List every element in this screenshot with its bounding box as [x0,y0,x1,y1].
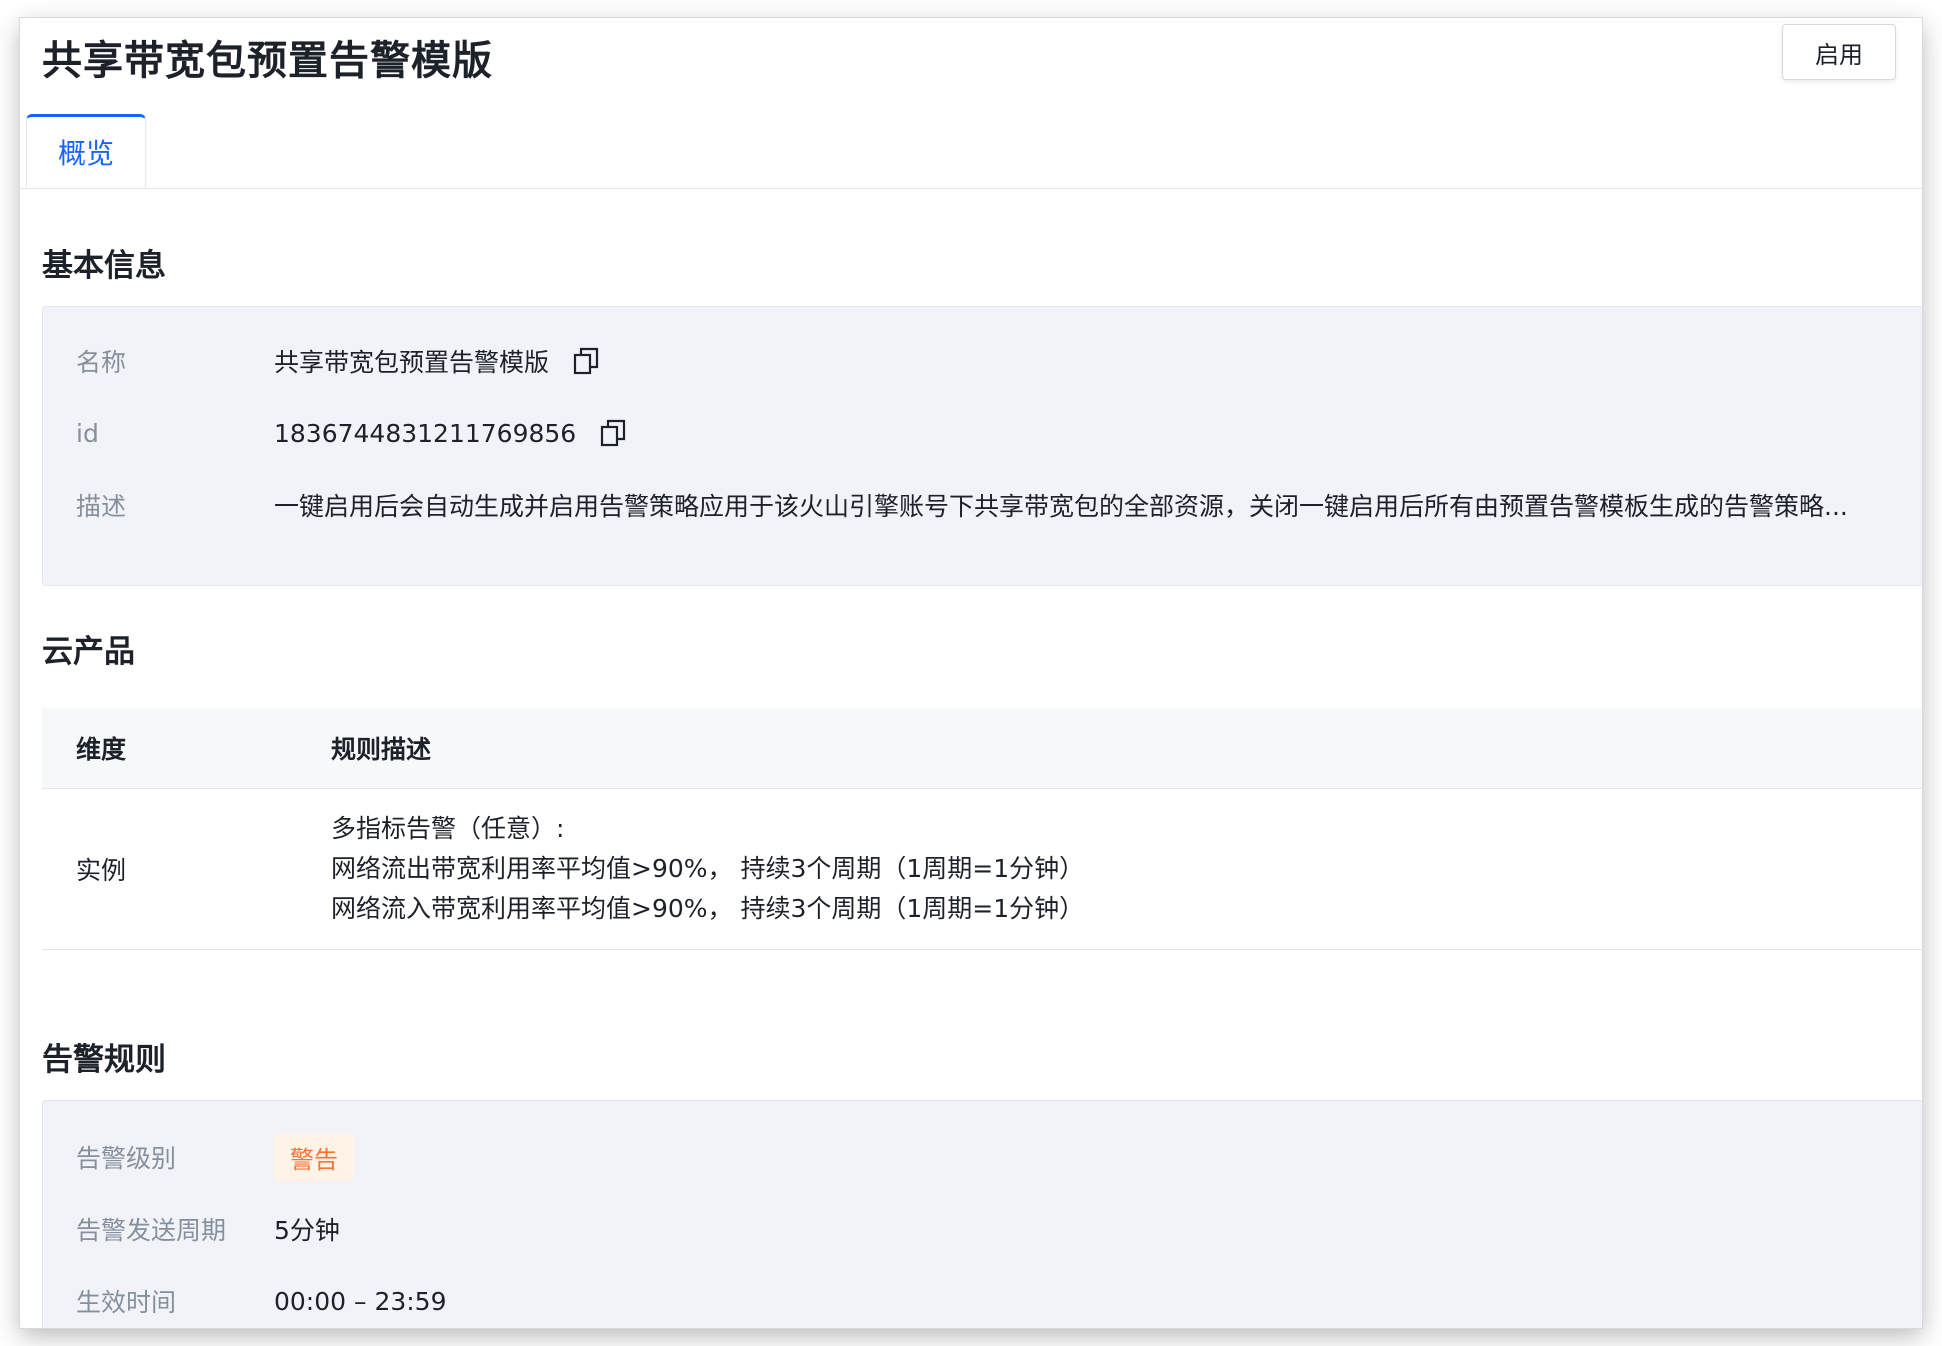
dimension-cell: 实例 [76,856,127,885]
tab-overview[interactable]: 概览 [26,114,146,188]
rule-line: 网络流出带宽利用率平均值>90%， 持续3个周期（1周期=1分钟） [331,854,1085,883]
table-row: 实例 多指标告警（任意）: 网络流出带宽利用率平均值>90%， 持续3个周期（1… [42,789,1922,950]
cloud-product-title: 云产品 [42,634,135,670]
name-value-wrap: 共享带宽包预置告警模版 [274,343,1914,379]
basic-info-panel: 名称 共享带宽包预置告警模版 id 1836744831211769856 描述… [42,306,1922,586]
effective-time-label: 生效时间 [76,1288,177,1317]
main-window: 共享带宽包预置告警模版 启用 概览 基本信息 名称 共享带宽包预置告警模版 id… [20,18,1922,1328]
info-row-alert-level: 告警级别 警告 [43,1133,1922,1181]
description-label: 描述 [76,492,127,521]
description-text: 一键启用后会自动生成并启用告警策略应用于该火山引擎账号下共享带宽包的全部资源，关… [274,492,1848,521]
info-row-send-period: 告警发送周期 5分钟 [43,1209,1922,1249]
name-value: 共享带宽包预置告警模版 [274,348,550,377]
effective-time-value: 00:00 – 23:59 [274,1286,447,1316]
id-value: 1836744831211769856 [274,418,577,448]
rule-line: 网络流入带宽利用率平均值>90%， 持续3个周期（1周期=1分钟） [331,894,1085,923]
send-period-value: 5分钟 [274,1216,340,1245]
page-header: 共享带宽包预置告警模版 启用 [20,18,1922,104]
basic-info-title: 基本信息 [42,248,166,284]
info-row-id: id 1836744831211769856 [43,413,1922,453]
info-row-effective-time: 生效时间 00:00 – 23:59 [43,1281,1922,1321]
cloud-product-table: 维度 规则描述 实例 多指标告警（任意）: 网络流出带宽利用率平均值>90%， … [42,708,1922,950]
alert-rules-title: 告警规则 [42,1042,166,1078]
rule-description-cell: 多指标告警（任意）: 网络流出带宽利用率平均值>90%， 持续3个周期（1周期=… [331,809,1084,929]
enable-button[interactable]: 启用 [1782,24,1896,80]
copy-icon[interactable] [600,419,626,447]
id-value-wrap: 1836744831211769856 [274,419,1914,448]
table-header: 维度 规则描述 [42,708,1922,789]
send-period-label: 告警发送周期 [76,1216,227,1245]
info-row-name: 名称 共享带宽包预置告警模版 [43,341,1922,381]
alert-rules-panel: 告警级别 警告 告警发送周期 5分钟 生效时间 00:00 – 23:59 [42,1100,1922,1328]
page-title: 共享带宽包预置告警模版 [42,38,493,84]
name-label: 名称 [76,348,127,377]
column-header-rule-description: 规则描述 [331,735,432,764]
info-row-description: 描述 一键启用后会自动生成并启用告警策略应用于该火山引擎账号下共享带宽包的全部资… [43,485,1922,525]
description-value: 一键启用后会自动生成并启用告警策略应用于该火山引擎账号下共享带宽包的全部资源，关… [274,487,1914,523]
alert-level-value: 警告 [274,1133,1914,1181]
tab-bar: 概览 [20,114,1922,189]
alert-level-label: 告警级别 [76,1144,177,1173]
alert-level-badge: 警告 [274,1133,354,1181]
column-header-dimension: 维度 [76,735,127,764]
rule-line: 多指标告警（任意）: [331,814,565,843]
id-label: id [76,418,99,448]
copy-icon[interactable] [573,347,599,375]
